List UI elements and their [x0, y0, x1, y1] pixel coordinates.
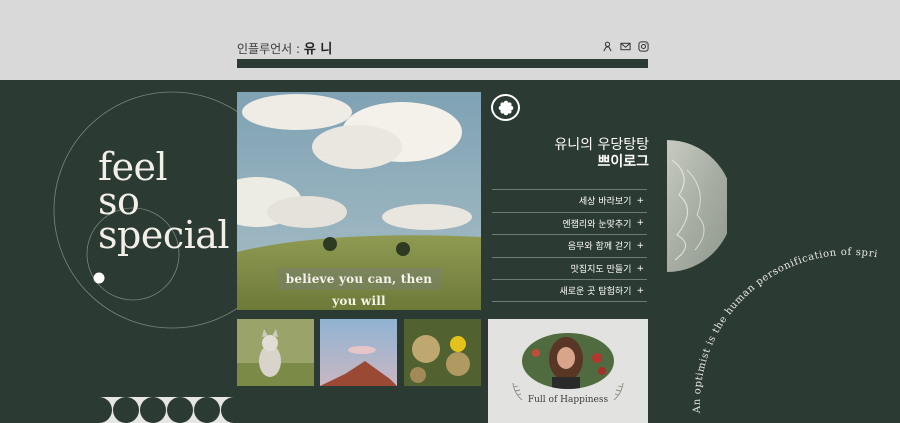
hero-headline: feel so special — [98, 148, 230, 257]
blog-title-line-1: 유니의 우당탕탕 — [554, 137, 649, 153]
blog-title-line-2: 쁘이로그 — [597, 154, 649, 170]
menu-item-label: 음무와 함께 걷기 — [567, 242, 632, 253]
menu-item-label: 새로운 곳 탐험하기 — [559, 287, 632, 298]
hero-line-3: special — [98, 213, 230, 257]
menu-item-explore[interactable]: 새로운 곳 탐험하기 + — [492, 279, 647, 302]
influencer-name: 유 니 — [303, 42, 333, 57]
menu-item-eye-contact[interactable]: 엔잽리와 눈맞추기 + — [492, 211, 647, 235]
menu-item-label: 엔잽리와 눈맞추기 — [562, 219, 632, 230]
thistle-thumbnail[interactable] — [404, 319, 481, 386]
plus-icon: + — [636, 195, 644, 206]
instagram-icon[interactable] — [638, 41, 649, 52]
blog-title: 유니의 우당탕탕 쁘이로그 — [554, 137, 649, 171]
white-dot — [93, 272, 105, 284]
menu-item-food-map[interactable]: 맛집지도 만들기 + — [492, 256, 647, 280]
flower-icon — [498, 100, 513, 115]
water-texture-halfmoon — [667, 140, 733, 272]
plus-icon: + — [636, 285, 644, 296]
profile-caption: Full of Happiness — [527, 395, 609, 405]
flower-badge-button[interactable] — [491, 94, 520, 121]
plus-icon: + — [636, 263, 644, 274]
profile-portrait — [522, 333, 614, 389]
geometric-pattern — [99, 397, 234, 423]
header-social-links — [602, 41, 649, 52]
mail-icon[interactable] — [620, 41, 631, 52]
blog-menu: 세상 바라보기 + 엔잽리와 눈맞추기 + 음무와 함께 걷기 + 맛집지도 만… — [492, 189, 647, 302]
top-header-band — [0, 0, 900, 80]
header-underline-bar — [237, 59, 648, 68]
page-title: 인플루언서 : 유 니 — [237, 38, 332, 57]
plus-icon: + — [636, 218, 644, 229]
menu-item-label: 맛집지도 만들기 — [570, 265, 632, 276]
title-prefix: 인플루언서 : — [237, 42, 304, 56]
plus-icon: + — [636, 240, 644, 251]
mountain-thumbnail[interactable] — [320, 319, 397, 386]
profile-card[interactable]: Full of Happiness — [488, 319, 648, 423]
menu-item-walk[interactable]: 음무와 함께 걷기 + — [492, 234, 647, 257]
user-icon[interactable] — [602, 41, 613, 52]
inspiration-quote: believe you can, then you will — [277, 268, 441, 308]
menu-item-label: 세상 바라보기 — [578, 197, 632, 208]
cat-thumbnail[interactable] — [237, 319, 314, 386]
menu-item-world[interactable]: 세상 바라보기 + — [492, 189, 647, 212]
